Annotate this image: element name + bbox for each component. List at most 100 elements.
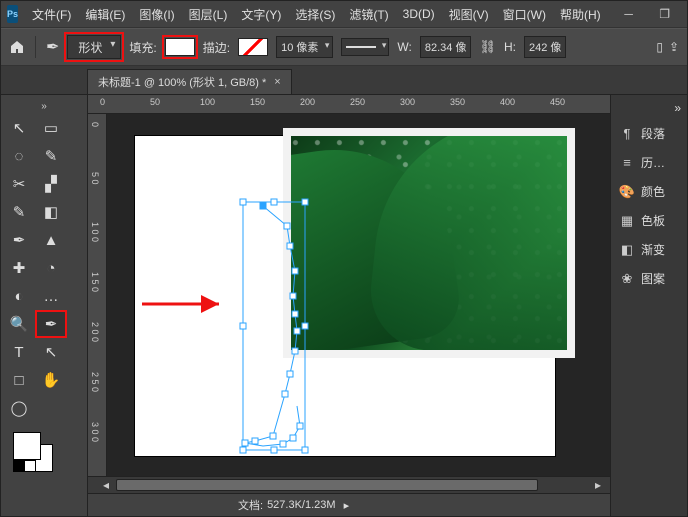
tool-2-0[interactable]: ✂ (5, 172, 33, 196)
menu-3d[interactable]: 3D(D) (403, 7, 435, 21)
ruler-h-mark: 100 (200, 97, 215, 107)
default-colors-icon[interactable] (13, 460, 36, 472)
panel-item-3[interactable]: ▦ 色板 (611, 206, 687, 235)
pen-tool-icon: ✒ (46, 37, 59, 57)
stroke-style-dropdown[interactable] (341, 38, 389, 56)
panel-item-2[interactable]: 🎨颜色 (611, 177, 687, 206)
ruler-h-mark: 350 (450, 97, 465, 107)
panel-label: 图案 (641, 270, 665, 287)
panel-item-5[interactable]: ❀ 图案 (611, 264, 687, 293)
document-tabs: 未标题-1 @ 100% (形状 1, GB/8) * × (1, 66, 687, 95)
tool-1-1[interactable]: ✎ (37, 144, 65, 168)
status-bar: 文档: 527.3K/1.23M ▸ (88, 493, 610, 516)
foreground-color[interactable] (13, 432, 41, 460)
menu-edit[interactable]: 编辑(E) (85, 6, 125, 23)
toolbox-collapse-icon[interactable]: » (35, 101, 53, 112)
tool-0-1[interactable]: ▭ (37, 116, 65, 140)
ruler-v-mark: 0 (90, 122, 100, 127)
ruler-v-mark: 1 0 0 (90, 222, 100, 242)
tool-10-0[interactable]: ◯ (5, 396, 33, 420)
tool-8-0[interactable]: T (5, 340, 33, 364)
toolbox: » ↖▭◌✎✂▞✎◧✒▲✚◔◐…🔍✒T↖□✋◯ (1, 95, 88, 516)
ruler-h-mark: 300 (400, 97, 415, 107)
height-input[interactable]: 242 像 (524, 36, 566, 58)
ruler-h-mark: 250 (350, 97, 365, 107)
menu-file[interactable]: 文件(F) (32, 6, 71, 23)
menu-window[interactable]: 窗口(W) (503, 6, 546, 23)
close-tab-icon[interactable]: × (274, 76, 280, 88)
ruler-v-mark: 2 5 0 (90, 372, 100, 392)
tool-7-1[interactable]: ✒ (37, 312, 65, 336)
tool-3-1[interactable]: ◧ (37, 200, 65, 224)
tool-2-1[interactable]: ▞ (37, 172, 65, 196)
scrollbar-thumb[interactable] (116, 479, 538, 491)
share-icon[interactable]: ⇪ (669, 40, 679, 54)
menu-layer[interactable]: 图层(L) (189, 6, 228, 23)
panel-item-4[interactable]: ◧ 渐变 (611, 235, 687, 264)
panel-label: 色板 (641, 212, 665, 229)
tool-0-0[interactable]: ↖ (5, 116, 33, 140)
tool-9-1[interactable]: ✋ (37, 368, 65, 392)
status-value: 527.3K/1.23M (267, 499, 336, 511)
canvas-stage[interactable] (107, 114, 610, 476)
panel-label: 渐变 (641, 241, 665, 258)
fill-swatch[interactable] (165, 38, 195, 56)
align-icon[interactable]: ▯ (656, 40, 663, 54)
menu-image[interactable]: 图像(I) (139, 6, 174, 23)
tool-9-0[interactable]: □ (5, 368, 33, 392)
status-menu-icon[interactable]: ▸ (344, 499, 350, 512)
tool-1-0[interactable]: ◌ (5, 144, 33, 168)
width-input[interactable]: 82.34 像 (420, 36, 472, 58)
menu-select[interactable]: 选择(S) (295, 6, 335, 23)
tool-3-0[interactable]: ✎ (5, 200, 33, 224)
menu-filter[interactable]: 滤镜(T) (349, 6, 388, 23)
menu-type[interactable]: 文字(Y) (241, 6, 281, 23)
ruler-h-mark: 50 (150, 97, 160, 107)
panel-collapse-icon[interactable]: » (611, 101, 687, 119)
panel-icon: ❀ (619, 271, 635, 287)
color-swatches[interactable] (13, 432, 53, 472)
home-icon[interactable] (9, 39, 25, 55)
scroll-right-icon[interactable]: ▸ (590, 477, 606, 493)
app-logo: Ps (7, 5, 18, 23)
tool-6-1[interactable]: … (37, 284, 65, 308)
width-label: W: (397, 40, 411, 54)
ruler-horizontal[interactable]: 050100150200250300350400450 (88, 95, 610, 114)
leaf-photo (291, 136, 567, 350)
panel-icon: ◧ (619, 242, 635, 258)
panel-label: 段落 (641, 125, 665, 142)
stroke-label: 描边: (203, 39, 230, 56)
window-minimize[interactable]: ─ (615, 5, 643, 23)
stroke-width-input[interactable]: 10 像素 (276, 36, 333, 58)
options-bar: ✒ 形状 填充: 描边: 10 像素 W: 82.34 像 ⛓ H: 242 像… (1, 28, 687, 66)
tool-4-1[interactable]: ▲ (37, 228, 65, 252)
scroll-left-icon[interactable]: ◂ (98, 477, 114, 493)
link-wh-icon[interactable]: ⛓ (479, 39, 496, 55)
tool-10-1[interactable] (37, 396, 65, 420)
menu-view[interactable]: 视图(V) (449, 6, 489, 23)
status-label: 文档: (238, 497, 263, 513)
document-tab[interactable]: 未标题-1 @ 100% (形状 1, GB/8) * × (87, 69, 292, 94)
ruler-vertical[interactable]: 05 01 0 01 5 02 0 02 5 03 0 0 (88, 114, 107, 476)
tool-4-0[interactable]: ✒ (5, 228, 33, 252)
ruler-v-mark: 1 5 0 (90, 272, 100, 292)
panel-icon: ▦ (619, 213, 635, 229)
window-restore[interactable]: ❐ (651, 5, 679, 23)
fill-label: 填充: (129, 39, 156, 56)
canvas-area: 050100150200250300350400450 05 01 0 01 5… (88, 95, 610, 516)
menu-help[interactable]: 帮助(H) (560, 6, 601, 23)
tool-5-0[interactable]: ✚ (5, 256, 33, 280)
tool-mode-label: 形状 (78, 39, 102, 56)
tool-6-0[interactable]: ◐ (5, 284, 33, 308)
tool-5-1[interactable]: ◔ (37, 256, 65, 280)
tool-8-1[interactable]: ↖ (37, 340, 65, 364)
horizontal-scrollbar[interactable]: ◂ ▸ (88, 476, 610, 493)
tool-mode-dropdown[interactable]: 形状 (67, 35, 121, 59)
panel-item-1[interactable]: ≡历… (611, 148, 687, 177)
panel-icon: ≡ (619, 155, 635, 171)
panel-item-0[interactable]: ¶段落 (611, 119, 687, 148)
ruler-h-mark: 150 (250, 97, 265, 107)
document-tab-title: 未标题-1 @ 100% (形状 1, GB/8) * (98, 74, 266, 90)
stroke-swatch[interactable] (238, 38, 268, 56)
tool-7-0[interactable]: 🔍 (5, 312, 33, 336)
